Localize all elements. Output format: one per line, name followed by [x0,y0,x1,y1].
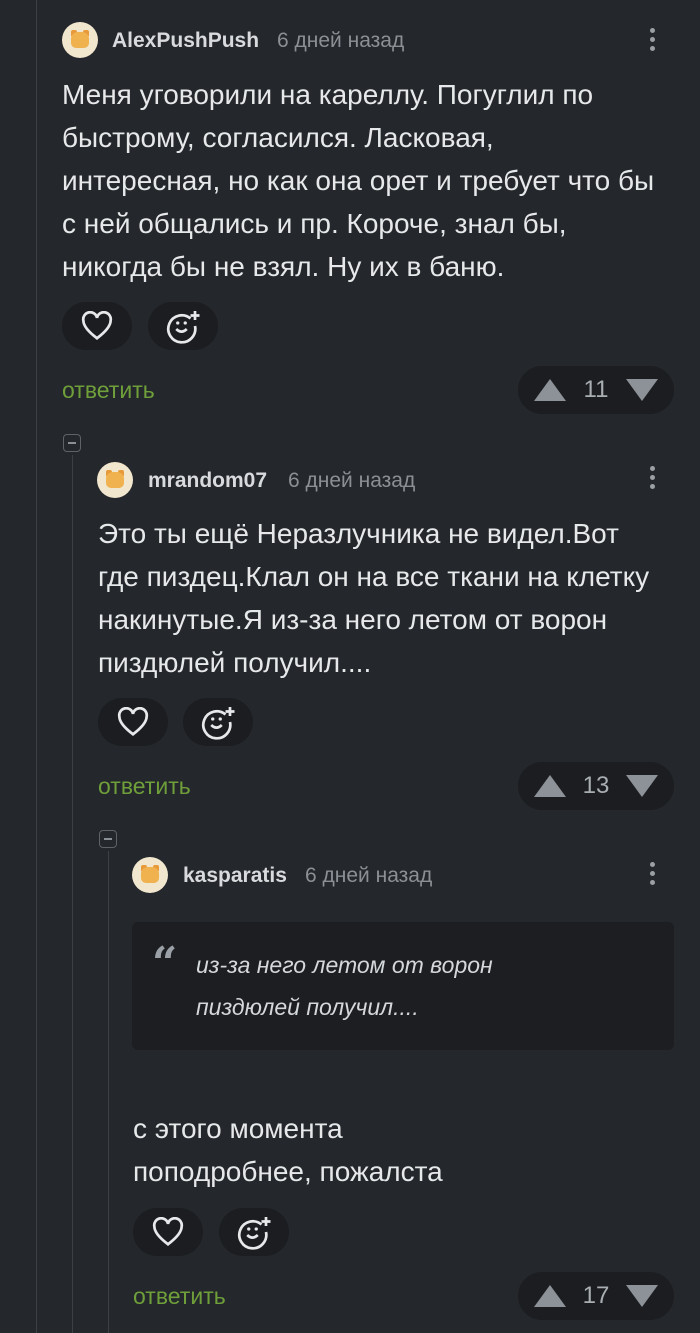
thread-line-level-3 [108,851,109,1333]
comment-time: 6 дней назад [305,864,433,887]
quote-block: “ из-за него летом от ворон пиздюлей пол… [132,922,674,1050]
triangle-down-icon[interactable] [625,379,658,401]
more-vertical-icon[interactable] [648,862,656,889]
reaction-button[interactable] [148,302,218,350]
triangle-down-icon[interactable] [625,1285,658,1307]
heart-icon [117,707,149,736]
triangle-down-icon[interactable] [625,775,658,797]
username[interactable]: mrandom07 [148,469,267,493]
comment-text: с этого момента поподробнее, пожалста [133,1113,443,1187]
smile-plus-icon [201,707,235,740]
rating-count: 11 [583,376,609,403]
reaction-button[interactable] [183,698,253,746]
reply-link[interactable]: ответить [98,773,191,800]
collapse-thread-button[interactable] [63,434,81,452]
rating-widget: 13 [518,762,674,810]
like-button[interactable] [98,698,168,746]
smile-plus-icon [237,1217,271,1250]
triangle-up-icon[interactable] [534,775,566,797]
like-button[interactable] [133,1208,203,1256]
quote-text: из-за него летом от ворон пиздюлей получ… [196,952,493,1020]
rating-count: 13 [582,772,610,799]
thread-line-level-1 [36,0,37,1333]
thread-line-level-2 [72,455,73,1333]
comment-text: Это ты ещё Неразлучника не видел.Вот где… [98,518,650,678]
rating-count: 17 [582,1282,610,1309]
heart-icon [81,311,113,340]
username[interactable]: kasparatis [183,864,287,888]
reply-link[interactable]: ответить [62,377,155,404]
rating-widget: 17 [518,1272,674,1320]
more-vertical-icon[interactable] [648,28,656,55]
comment-time: 6 дней назад [277,29,405,52]
username[interactable]: AlexPushPush [112,29,259,53]
avatar[interactable] [97,462,133,498]
rating-widget: 11 [518,366,674,414]
smile-plus-icon [166,311,200,344]
collapse-thread-button[interactable] [99,830,117,848]
triangle-up-icon[interactable] [534,1285,566,1307]
reply-link[interactable]: ответить [133,1283,226,1310]
triangle-up-icon[interactable] [534,379,566,401]
avatar[interactable] [132,857,168,893]
comment-time: 6 дней назад [288,469,416,492]
avatar[interactable] [62,22,98,58]
quote-icon: “ [152,938,178,989]
reaction-button[interactable] [219,1208,289,1256]
comment-text: Меня уговорили на кареллу. Погуглил по б… [62,79,655,282]
like-button[interactable] [62,302,132,350]
heart-icon [152,1217,184,1246]
more-vertical-icon[interactable] [648,466,656,493]
